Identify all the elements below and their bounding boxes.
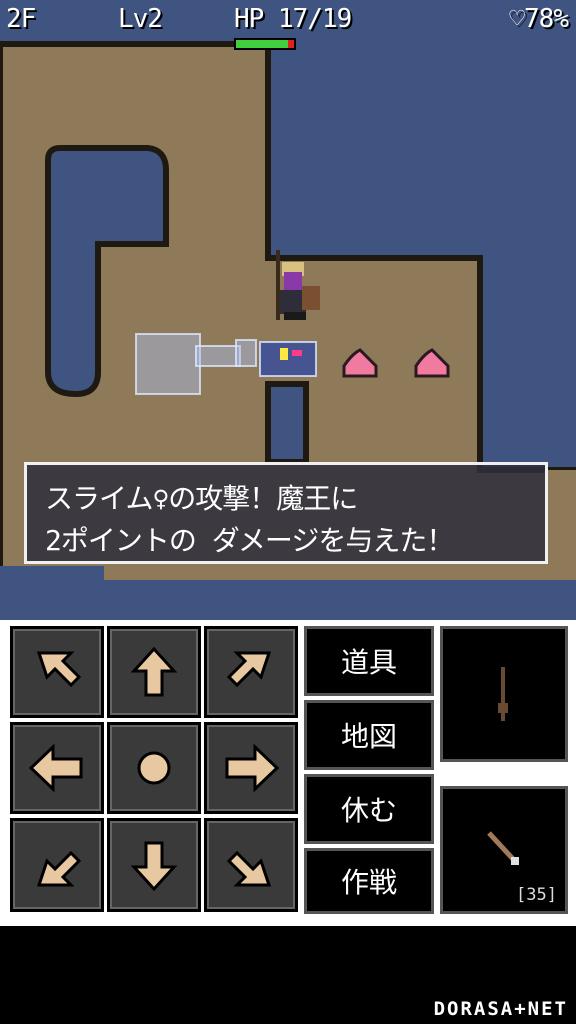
arrow-right-icon — [225, 743, 280, 793]
move-right-button[interactable] — [204, 722, 298, 814]
move-left-button[interactable] — [10, 722, 104, 814]
arrow-slot[interactable]: [35] — [440, 786, 568, 914]
satiety-label: ♡78% — [509, 4, 569, 34]
hp-label: HP 17/19 — [234, 4, 352, 34]
arrow-up-right-icon — [226, 651, 272, 688]
items-button-label: 道具 — [340, 646, 397, 679]
move-up-left-button[interactable] — [10, 626, 104, 718]
message-line-1: スライム♀の攻撃！魔王に — [45, 482, 358, 515]
arrow-down-left-icon — [36, 850, 82, 887]
control-panel: 道具 地図 休む 作戦 [35] — [0, 620, 576, 920]
move-down-button[interactable] — [107, 818, 201, 912]
move-up-right-button[interactable] — [204, 626, 298, 718]
staff-icon — [498, 667, 508, 721]
arrow-left-icon — [28, 743, 83, 793]
rest-button-label: 休む — [340, 794, 397, 827]
footer-bar: DORASA+NET — [0, 920, 576, 1024]
hp-bar — [234, 38, 296, 50]
message-line-2: 2ポイントの ダメージを与えた！ — [45, 524, 454, 557]
map-button-label: 地図 — [340, 720, 397, 753]
game-view[interactable]: 2F Lv2 HP 17/19 ♡78% スライム♀の攻撃！魔王に 2ポイントの… — [0, 0, 576, 620]
arrow-up-left-icon — [36, 651, 82, 688]
weapon-slot[interactable] — [440, 626, 568, 762]
tactics-button-label: 作戦 — [340, 866, 397, 899]
player-marker — [280, 348, 288, 360]
arrow-down-right-icon — [226, 850, 272, 887]
wait-button[interactable] — [107, 722, 201, 814]
level-label: Lv2 — [118, 4, 163, 34]
site-logo: DORASA+NET — [433, 998, 568, 1020]
arrow-up-icon — [130, 646, 178, 697]
enemy-marker — [292, 350, 302, 356]
hp-bar-lost — [288, 40, 294, 48]
map-button[interactable]: 地図 — [304, 700, 434, 770]
tactics-button[interactable]: 作戦 — [304, 848, 434, 914]
move-down-left-button[interactable] — [10, 818, 104, 912]
arrow-count: [35] — [516, 885, 557, 905]
items-button[interactable]: 道具 — [304, 626, 434, 696]
hp-bar-fill — [236, 40, 288, 48]
circle-dot-icon — [137, 751, 171, 785]
message-window: スライム♀の攻撃！魔王に 2ポイントの ダメージを与えた！ — [24, 462, 548, 564]
floor-label: 2F — [6, 4, 36, 34]
move-down-right-button[interactable] — [204, 818, 298, 912]
lower-ground — [104, 564, 576, 580]
rest-button[interactable]: 休む — [304, 774, 434, 844]
arrow-down-icon — [130, 841, 178, 892]
move-up-button[interactable] — [107, 626, 201, 718]
